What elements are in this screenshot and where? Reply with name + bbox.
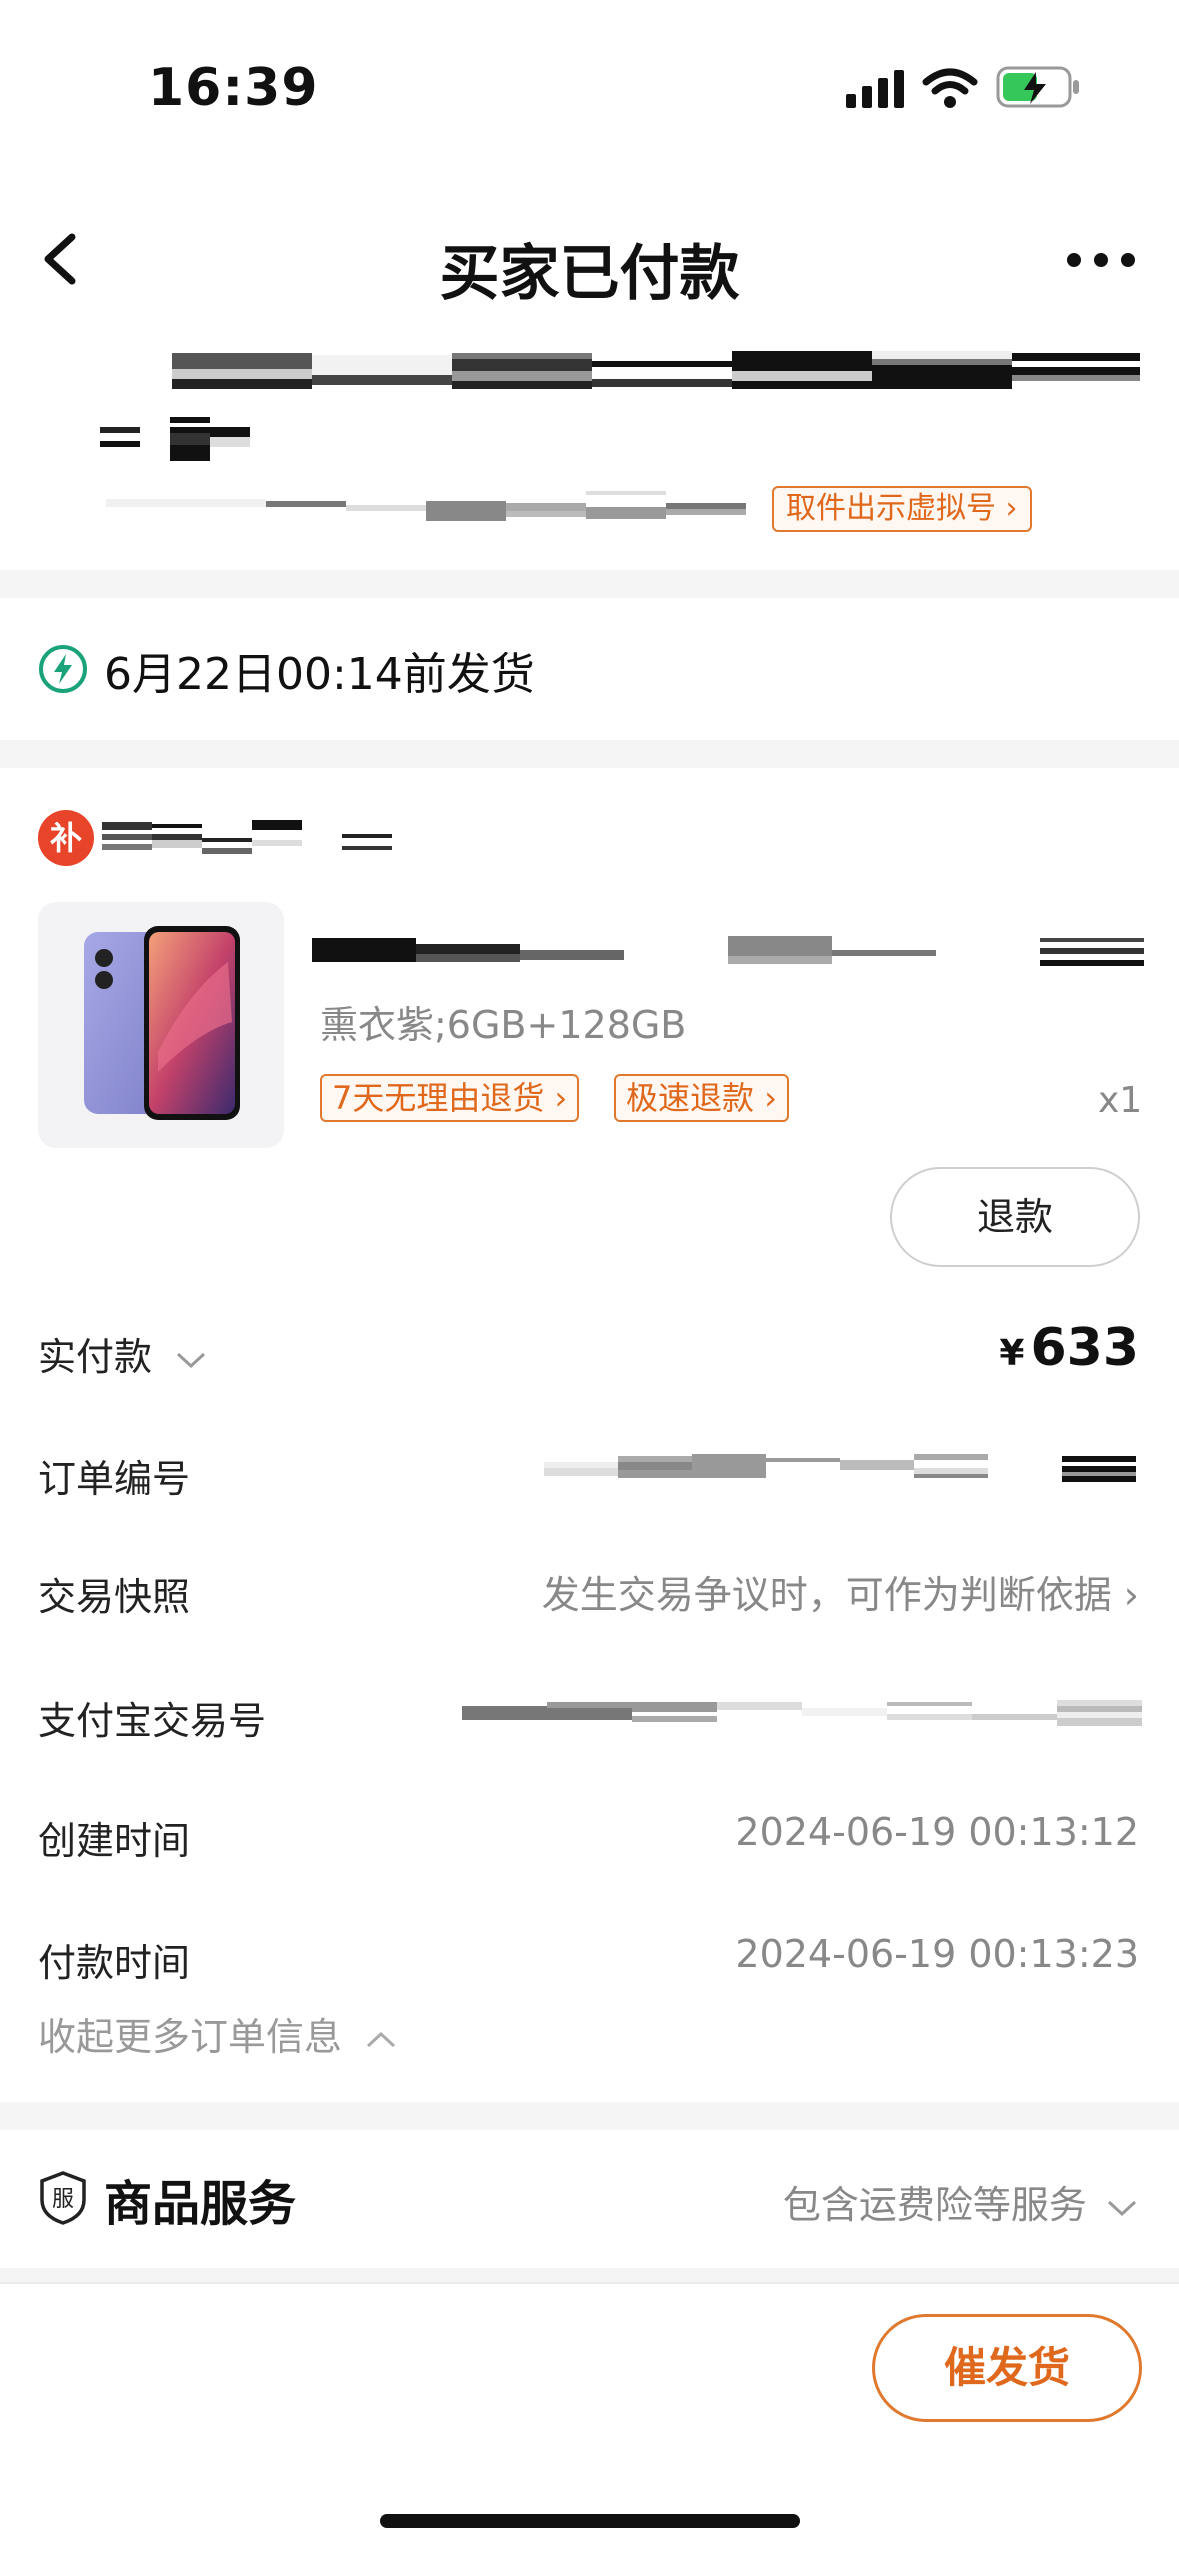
snapshot-label: 交易快照: [38, 1575, 191, 1619]
status-time: 16:39: [148, 58, 319, 118]
paid-amount-row[interactable]: 实付款: [38, 1326, 208, 1381]
chevron-down-icon: [177, 1352, 206, 1368]
product-variant: 熏衣紫;6GB+128GB: [320, 1003, 687, 1047]
address-card[interactable]: 取件出示虚拟号 ›: [0, 345, 1179, 570]
service-icon-text: 服: [52, 2187, 74, 2212]
shipping-deadline-text: 6月22日00:14前发货: [104, 649, 535, 700]
pickup-button-label: 取件出示虚拟号: [786, 491, 996, 526]
pickup-virtual-number-button[interactable]: 取件出示虚拟号 ›: [772, 486, 1032, 532]
collapse-order-info-link[interactable]: 收起更多订单信息: [38, 2006, 398, 2061]
chevron-down-icon: [1107, 2200, 1137, 2216]
nav-bar: 买家已付款: [0, 175, 1179, 345]
page-title: 买家已付款: [439, 239, 740, 309]
collapse-label: 收起更多订单信息: [38, 2015, 343, 2059]
lightning-icon: [39, 645, 87, 693]
shop-name-redacted[interactable]: [102, 820, 442, 856]
shipping-deadline-card: 6月22日00:14前发货: [0, 598, 1179, 740]
address-redacted: [172, 345, 1140, 391]
home-indicator[interactable]: [380, 2514, 800, 2528]
tag-fast-refund-label: 极速退款: [626, 1079, 755, 1117]
battery-charging-icon: [996, 66, 1079, 108]
paid-amount-number: 633: [1030, 1318, 1139, 1378]
alipay-trade-no-redacted[interactable]: [462, 1698, 1142, 1732]
phone-image: [84, 926, 240, 1120]
created-time-label: 创建时间: [38, 1819, 191, 1863]
currency-symbol: ¥: [999, 1333, 1025, 1374]
urge-shipping-button[interactable]: 催发货: [872, 2314, 1142, 2422]
order-number-label: 订单编号: [38, 1457, 191, 1501]
signal-icon: [846, 70, 904, 108]
status-bar: 16:39: [0, 0, 1179, 175]
chevron-right-icon: ›: [1111, 1573, 1139, 1617]
phone-redacted: [106, 485, 756, 525]
product-service-row[interactable]: 服 商品服务 包含运费险等服务: [0, 2130, 1179, 2268]
snapshot-row[interactable]: 发生交易争议时，可作为判断依据 ›: [542, 1564, 1139, 1619]
product-title-redacted[interactable]: [312, 934, 1152, 974]
service-shield-icon: 服: [40, 2171, 86, 2225]
name-redacted: [100, 417, 250, 461]
service-title: 商品服务: [104, 2176, 297, 2232]
refund-button[interactable]: 退款: [890, 1167, 1140, 1267]
paid-amount-value: ¥633: [999, 1318, 1139, 1378]
chevron-right-icon: ›: [544, 1079, 568, 1117]
paid-time-value: 2024-06-19 00:13:23: [735, 1932, 1139, 1976]
service-value: 包含运费险等服务: [782, 2183, 1087, 2227]
created-time-value: 2024-06-19 00:13:12: [735, 1810, 1139, 1854]
order-card: 补 熏衣紫;6GB+128GB 7天无理由退货 › 极速退款 › x1 退款 实…: [0, 768, 1179, 2102]
paid-amount-label: 实付款: [38, 1335, 153, 1379]
tag-7-day-return-label: 7天无理由退货: [332, 1079, 545, 1117]
order-number-redacted[interactable]: [544, 1452, 1144, 1492]
product-quantity: x1: [1098, 1080, 1143, 1121]
chevron-right-icon: ›: [754, 1079, 777, 1117]
chevron-up-icon: [367, 2031, 396, 2047]
chevron-right-icon: ›: [996, 491, 1018, 526]
more-icon[interactable]: [1066, 250, 1136, 270]
product-image[interactable]: [38, 902, 284, 1148]
alipay-trade-no-label: 支付宝交易号: [38, 1699, 267, 1743]
paid-time-label: 付款时间: [38, 1941, 191, 1985]
bottom-action-bar: 催发货: [0, 2282, 1179, 2556]
tag-7-day-return[interactable]: 7天无理由退货 ›: [320, 1074, 580, 1122]
tag-fast-refund[interactable]: 极速退款 ›: [614, 1074, 789, 1122]
service-summary: 包含运费险等服务: [783, 2174, 1139, 2229]
shop-logo-icon: 补: [38, 810, 94, 866]
wifi-icon: [922, 68, 978, 108]
snapshot-value: 发生交易争议时，可作为判断依据: [541, 1573, 1112, 1617]
